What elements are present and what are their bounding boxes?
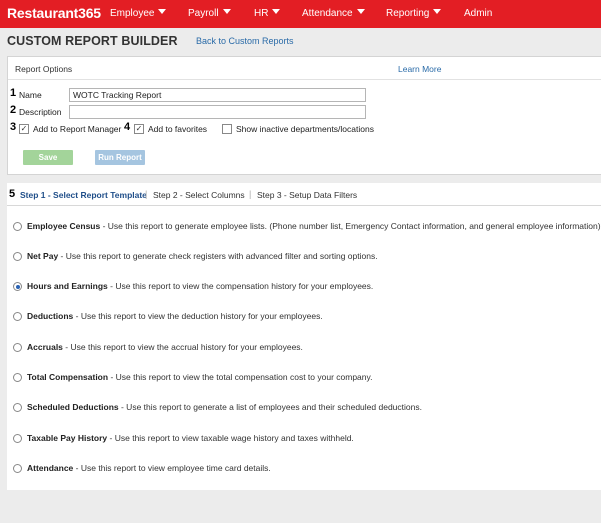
chevron-down-icon	[158, 9, 167, 14]
step-separator: |	[145, 189, 148, 199]
description-input[interactable]	[69, 105, 366, 119]
chevron-down-icon	[433, 9, 442, 14]
radio-button[interactable]	[13, 343, 22, 352]
template-description: - Use this report to generate a list of …	[118, 402, 422, 412]
add-to-report-manager-checkbox[interactable]: ✓	[19, 124, 29, 134]
panel-title: Report Options	[15, 64, 73, 74]
template-description: - Use this report to view the compensati…	[107, 281, 374, 291]
add-to-report-manager-label: Add to Report Manager	[33, 124, 122, 134]
template-description: - Use this report to view taxable wage h…	[107, 433, 354, 443]
nav-item-label: Payroll	[188, 8, 219, 19]
name-input[interactable]	[69, 88, 366, 102]
template-name: Accruals	[27, 342, 63, 352]
template-description: - Use this report to generate employee l…	[100, 221, 601, 231]
list-item-total-compensation[interactable]: Total Compensation - Use this report to …	[7, 369, 601, 389]
radio-button[interactable]	[13, 464, 22, 473]
step-tabs: 5 Step 1 - Select Report Template | Step…	[7, 183, 601, 206]
template-description: - Use this report to view the accrual hi…	[62, 342, 303, 352]
list-item-deductions[interactable]: Deductions - Use this report to view the…	[7, 308, 601, 328]
radio-button[interactable]	[13, 252, 22, 261]
template-name: Hours and Earnings	[27, 281, 108, 291]
nav-item-attendance[interactable]: Attendance	[302, 8, 365, 19]
callout-marker-2: 2	[10, 104, 17, 116]
template-name: Deductions	[27, 311, 74, 321]
list-item-attendance[interactable]: Attendance - Use this report to view emp…	[7, 460, 601, 480]
template-name: Net Pay	[27, 251, 59, 261]
template-name: Attendance	[27, 463, 74, 473]
nav-item-hr[interactable]: HR	[254, 8, 281, 19]
add-to-favorites-checkbox[interactable]: ✓	[134, 124, 144, 134]
save-button[interactable]: Save	[23, 150, 73, 165]
nav-item-label: Attendance	[302, 8, 353, 19]
template-name: Taxable Pay History	[27, 433, 108, 443]
run-report-button[interactable]: Run Report	[95, 150, 145, 165]
template-description: - Use this report to view the total comp…	[108, 372, 373, 382]
step-2-tab[interactable]: Step 2 - Select Columns	[153, 190, 245, 200]
learn-more-link[interactable]: Learn More	[398, 64, 441, 74]
radio-button[interactable]	[13, 222, 22, 231]
template-name: Employee Census	[27, 221, 101, 231]
top-nav-bar: Restaurant365 Employee Payroll HR Attend…	[0, 0, 601, 28]
nav-item-admin[interactable]: Admin	[464, 8, 492, 19]
chevron-down-icon	[222, 9, 231, 14]
radio-button[interactable]	[13, 434, 22, 443]
nav-item-label: Employee	[110, 8, 155, 19]
radio-button-selected[interactable]	[13, 282, 22, 291]
step-1-tab[interactable]: Step 1 - Select Report Template	[20, 190, 147, 200]
chevron-down-icon	[272, 9, 281, 14]
template-name: Scheduled Deductions	[27, 402, 119, 412]
list-item-taxable-pay-history[interactable]: Taxable Pay History - Use this report to…	[7, 430, 601, 450]
report-options-panel: Report Options Learn More 1 Name 2 Descr…	[7, 56, 601, 175]
list-item-net-pay[interactable]: Net Pay - Use this report to generate ch…	[7, 248, 601, 268]
add-to-favorites-label: Add to favorites	[148, 124, 208, 134]
nav-item-label: HR	[254, 8, 269, 19]
radio-button[interactable]	[13, 373, 22, 382]
callout-marker-4: 4	[124, 121, 131, 133]
nav-item-payroll[interactable]: Payroll	[188, 8, 231, 19]
name-label: Name	[19, 90, 42, 100]
radio-button[interactable]	[13, 312, 22, 321]
back-to-custom-reports-link[interactable]: Back to Custom Reports	[196, 36, 294, 46]
step-3-tab[interactable]: Step 3 - Setup Data Filters	[257, 190, 357, 200]
template-description: - Use this report to generate check regi…	[58, 251, 378, 261]
callout-marker-3: 3	[10, 121, 17, 133]
list-item-accruals[interactable]: Accruals - Use this report to view the a…	[7, 339, 601, 359]
panel-header: Report Options Learn More	[8, 57, 601, 80]
callout-marker-1: 1	[10, 87, 17, 99]
app-logo[interactable]: Restaurant365	[7, 5, 101, 21]
nav-item-label: Reporting	[386, 8, 430, 19]
nav-item-label: Admin	[464, 8, 493, 19]
list-item-scheduled-deductions[interactable]: Scheduled Deductions - Use this report t…	[7, 399, 601, 419]
nav-item-employee[interactable]: Employee	[110, 8, 167, 19]
list-item-hours-and-earnings[interactable]: Hours and Earnings - Use this report to …	[7, 278, 601, 298]
template-description: - Use this report to view employee time …	[73, 463, 271, 473]
report-template-list: Employee Census - Use this report to gen…	[7, 206, 601, 490]
show-inactive-checkbox[interactable]	[222, 124, 232, 134]
template-description: - Use this report to view the deduction …	[73, 311, 323, 321]
description-label: Description	[19, 107, 62, 117]
step-separator: |	[249, 189, 252, 199]
chevron-down-icon	[356, 9, 365, 14]
nav-item-reporting[interactable]: Reporting	[386, 8, 442, 19]
list-item-employee-census[interactable]: Employee Census - Use this report to gen…	[7, 218, 601, 238]
page-title: CUSTOM REPORT BUILDER	[7, 34, 178, 48]
show-inactive-label: Show inactive departments/locations	[236, 124, 374, 134]
template-name: Total Compensation	[27, 372, 109, 382]
radio-button[interactable]	[13, 403, 22, 412]
callout-marker-5: 5	[9, 188, 16, 200]
